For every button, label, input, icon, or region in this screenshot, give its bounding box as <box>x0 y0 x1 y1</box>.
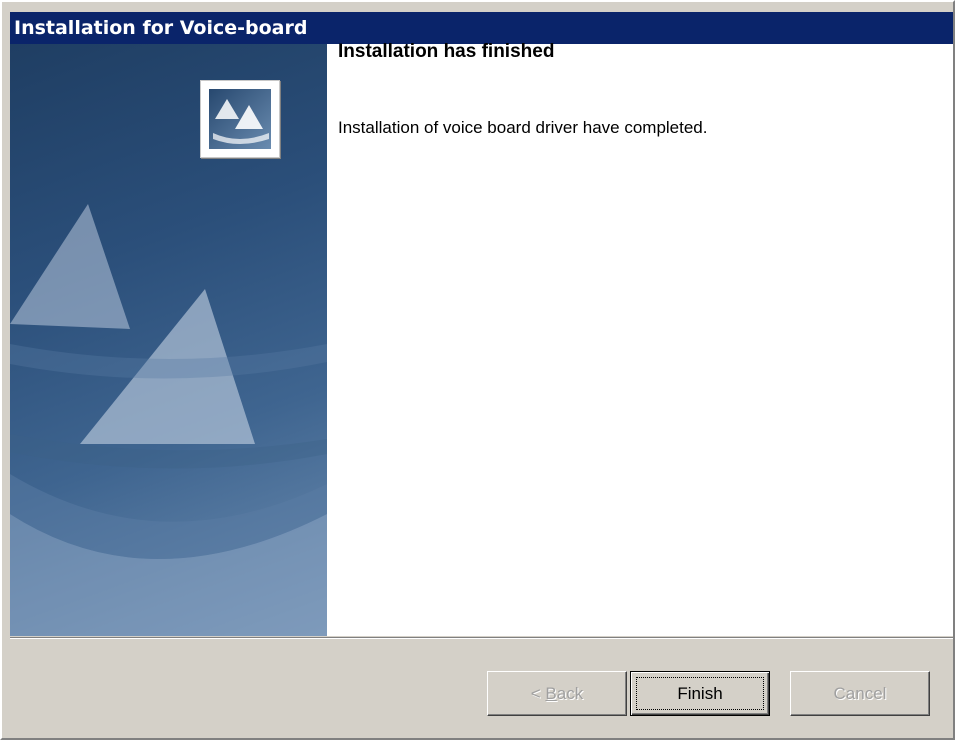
cancel-button[interactable]: Cancel <box>790 671 930 716</box>
completion-message: Installation of voice board driver have … <box>338 118 708 137</box>
window-title: Installation for Voice-board <box>14 17 308 39</box>
finish-button[interactable]: Finish <box>630 671 770 716</box>
sail-logo-icon <box>200 80 280 158</box>
back-button[interactable]: < Back <box>487 671 627 716</box>
page-heading: Installation has finished <box>338 41 555 62</box>
title-bar[interactable]: Installation for Voice-board <box>10 12 953 44</box>
sidebar-banner <box>10 44 327 636</box>
divider <box>10 637 953 639</box>
